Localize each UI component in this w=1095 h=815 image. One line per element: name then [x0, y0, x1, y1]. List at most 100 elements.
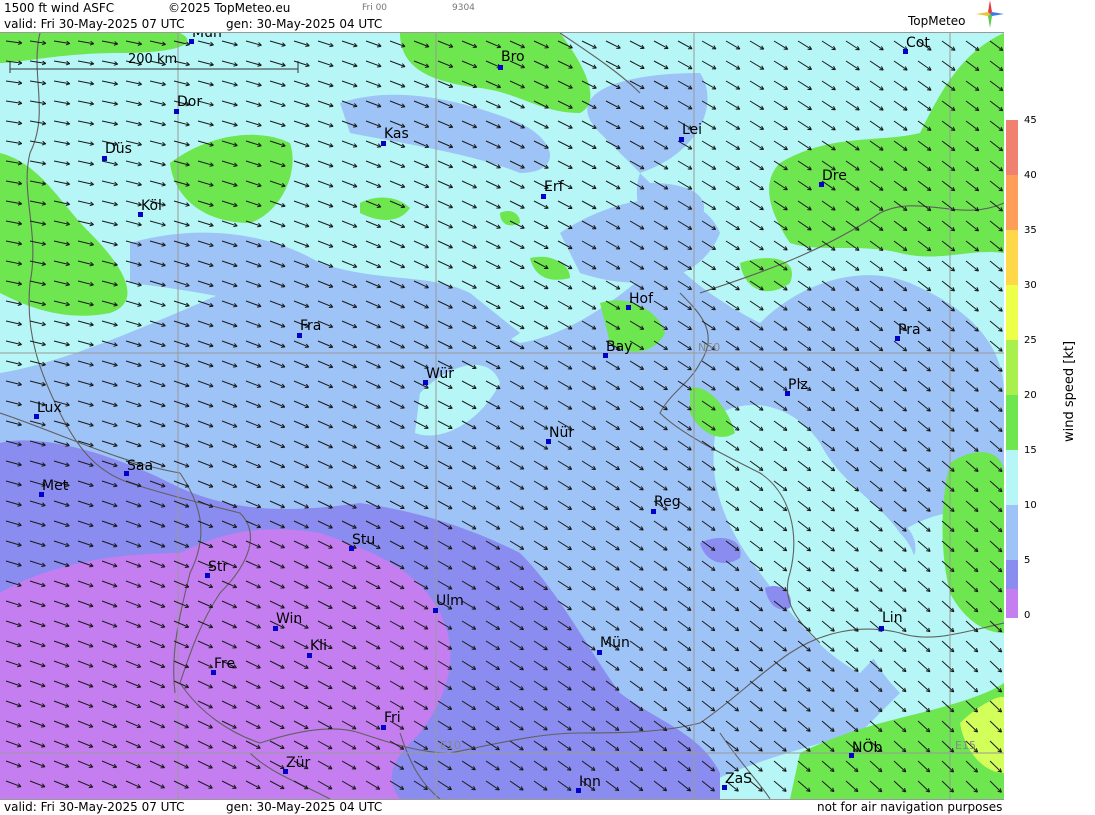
wind-arrow-head — [66, 164, 70, 165]
city-label-bay[interactable]: Bay — [606, 339, 632, 355]
city-label-hof[interactable]: Hof — [629, 291, 653, 307]
city-label-bro[interactable]: Bro — [501, 49, 525, 65]
wind-arrow — [750, 41, 764, 49]
city-label-reg[interactable]: Reg — [654, 494, 681, 510]
city-label-kli[interactable]: Kli — [310, 638, 327, 654]
wind-arrow-head — [138, 165, 142, 166]
wind-arrow — [486, 241, 500, 248]
city-label-win[interactable]: Win — [276, 611, 302, 627]
wind-arrow — [486, 181, 500, 188]
wind-arrow-head — [209, 386, 213, 387]
city-label-dus[interactable]: Düs — [105, 141, 132, 157]
city-label-mun-north[interactable]: Mün — [192, 33, 222, 41]
wind-arrow — [822, 121, 835, 130]
wind-arrow — [774, 81, 788, 89]
wind-arrow — [750, 61, 764, 69]
city-label-wur[interactable]: Wür — [426, 366, 454, 382]
wind-arrow — [966, 261, 978, 271]
city-label-fri[interactable]: Fri — [384, 710, 401, 726]
city-label-erf[interactable]: Erf — [544, 179, 564, 195]
wind-arrow-head — [113, 546, 117, 547]
wind-arrow — [918, 541, 930, 551]
city-label-dor[interactable]: Dor — [177, 94, 202, 110]
wind-arrow-head — [425, 67, 429, 68]
wind-arrow-head — [113, 566, 117, 567]
wind-arrow-head — [401, 107, 405, 108]
wind-arrow — [726, 161, 740, 169]
city-label-lin[interactable]: Lin — [882, 610, 903, 626]
wind-arrow-head — [90, 164, 94, 165]
wind-arrow — [534, 221, 548, 228]
wind-arrow-head — [114, 245, 118, 246]
city-label-str[interactable]: Str — [208, 559, 228, 575]
wind-arrow — [774, 41, 788, 49]
wind-arrow-head — [162, 205, 166, 206]
wind-arrow-head — [42, 124, 46, 125]
wind-arrow — [630, 41, 644, 48]
wind-arrow — [966, 281, 978, 291]
compass-icon — [976, 0, 1004, 28]
wind-arrow-head — [281, 66, 285, 67]
wind-arrow-head — [257, 86, 261, 87]
wind-arrow — [558, 301, 572, 309]
city-marker — [498, 65, 503, 70]
wind-arrow-head — [185, 386, 189, 387]
wind-arrow — [894, 121, 907, 130]
city-label-zur[interactable]: Zür — [286, 755, 310, 771]
wind-arrow-head — [89, 586, 93, 587]
legend-tick: 0 — [1024, 610, 1030, 621]
legend-tick: 15 — [1024, 445, 1037, 456]
city-label-ulm[interactable]: Ulm — [436, 593, 464, 609]
city-label-kas[interactable]: Kas — [384, 126, 409, 142]
legend-band-30 — [1006, 285, 1018, 340]
city-label-plz[interactable]: Plz — [788, 377, 808, 393]
city-label-met[interactable]: Met — [42, 478, 68, 494]
wind-arrow — [822, 61, 835, 70]
wind-arrow-head — [305, 66, 309, 67]
wind-arrow-head — [137, 486, 141, 487]
city-label-pra[interactable]: Pra — [898, 322, 921, 338]
city-label-lei[interactable]: Lei — [682, 122, 702, 138]
wind-arrow — [534, 321, 548, 329]
city-label-inn[interactable]: Inn — [579, 774, 601, 790]
wind-arrow-head — [161, 466, 165, 467]
city-label-mun[interactable]: Mün — [600, 635, 630, 651]
wind-arrow-head — [162, 85, 166, 86]
city-label-zas[interactable]: ZaS — [725, 771, 752, 787]
city-label-fre[interactable]: Fre — [214, 656, 235, 672]
wind-arrow — [966, 41, 979, 50]
city-label-stu[interactable]: Stu — [352, 532, 375, 548]
legend-band-15 — [1006, 450, 1018, 505]
wind-arrow-head — [162, 145, 166, 146]
wind-arrow-head — [138, 145, 142, 146]
wind-map[interactable]: 200 km N50 E10 E15 Mün Bro Cot Dor Kas L… — [0, 33, 1004, 799]
wind-arrow — [990, 301, 1002, 311]
wind-arrow-head — [377, 87, 381, 88]
wind-arrow — [510, 301, 524, 308]
city-label-fra[interactable]: Fra — [300, 318, 321, 334]
city-label-cot[interactable]: Cot — [906, 35, 930, 51]
wind-arrow-head — [353, 86, 357, 87]
wind-arrow-head — [114, 225, 118, 226]
wind-arrow-head — [185, 527, 189, 528]
wind-arrow-head — [329, 66, 333, 67]
city-label-kol[interactable]: Köl — [141, 198, 162, 214]
wind-arrow-head — [185, 426, 189, 427]
city-marker — [879, 626, 884, 631]
wind-arrow — [726, 181, 740, 189]
wind-arrow-head — [18, 63, 22, 64]
wind-arrow-head — [233, 407, 237, 408]
wind-arrow — [750, 141, 764, 150]
city-label-nur[interactable]: Nür — [549, 425, 574, 441]
city-label-lux[interactable]: Lux — [37, 400, 62, 416]
wind-arrow-head — [161, 507, 165, 508]
city-label-dre[interactable]: Dre — [822, 168, 847, 184]
wind-arrow-head — [329, 146, 333, 147]
city-label-saa[interactable]: Saa — [127, 458, 153, 474]
wind-arrow — [654, 61, 668, 69]
wind-arrow-head — [162, 185, 166, 186]
wind-arrow-head — [90, 124, 94, 125]
wind-arrow-head — [305, 186, 309, 187]
city-label-nob[interactable]: NÖb — [852, 740, 882, 756]
legend-band-10 — [1006, 505, 1018, 560]
